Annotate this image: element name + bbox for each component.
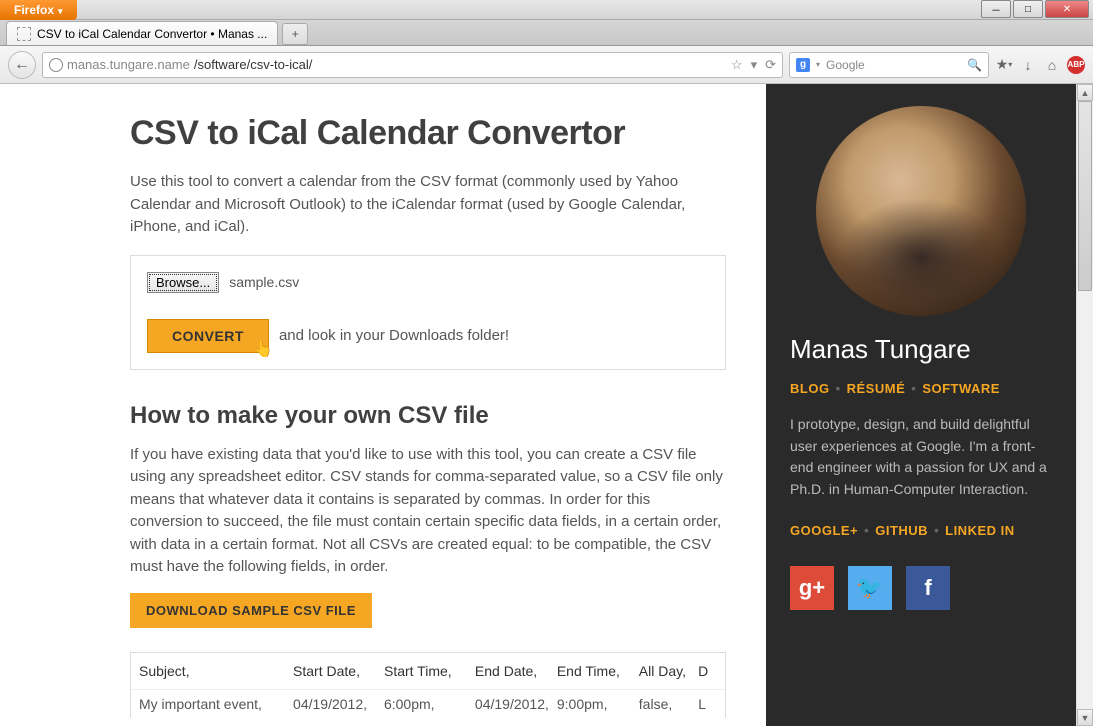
convert-hint: and look in your Downloads folder! [279,327,509,344]
tab-title: CSV to iCal Calendar Convertor • Manas .… [37,27,267,41]
nav-toolbar: ← manas.tungare.name/software/csv-to-ica… [0,46,1093,84]
selected-file-name: sample.csv [229,274,299,290]
window-close-button[interactable]: ✕ [1045,0,1089,18]
sidebar-social-nav: GOOGLE+•GITHUB•LINKED IN [790,523,1052,538]
reload-icon[interactable]: ⟳ [765,57,776,73]
sidebar: Manas Tungare BLOG•RÉSUMÉ•SOFTWARE I pro… [766,84,1076,726]
url-dropdown-icon[interactable]: ▾ [751,57,758,73]
search-bar[interactable]: g ▾ Google 🔍 [789,52,989,78]
page-title: CSV to iCal Calendar Convertor [130,114,726,153]
link-blog[interactable]: BLOG [790,381,830,396]
back-button[interactable]: ← [8,51,36,79]
intro-text: Use this tool to convert a calendar from… [130,171,726,239]
favicon-icon [17,27,31,41]
facebook-icon[interactable]: f [906,566,950,610]
scroll-down-button[interactable]: ▼ [1077,709,1093,726]
howto-heading: How to make your own CSV file [130,402,726,430]
googleplus-icon[interactable]: g+ [790,566,834,610]
table-header-row: Subject, Start Date, Start Time, End Dat… [131,653,725,689]
bookmark-star-icon[interactable]: ☆ [731,57,743,73]
window-maximize-button[interactable]: □ [1013,0,1043,18]
scrollbar[interactable]: ▲ ▼ [1076,84,1093,726]
link-resume[interactable]: RÉSUMÉ [847,381,906,396]
adblock-icon[interactable]: ABP [1067,56,1085,74]
link-software[interactable]: SOFTWARE [922,381,1000,396]
download-sample-button[interactable]: DOWNLOAD SAMPLE CSV FILE [130,593,372,628]
globe-icon [49,58,63,72]
window-minimize-button[interactable]: － [981,0,1011,18]
tabs-bar: CSV to iCal Calendar Convertor • Manas .… [0,20,1093,46]
author-name: Manas Tungare [790,334,1052,365]
csv-sample-table: Subject, Start Date, Start Time, End Dat… [130,652,726,718]
url-path: /software/csv-to-ical/ [194,57,312,72]
downloads-button[interactable]: ↓ [1019,56,1037,74]
bio-text: I prototype, design, and build delightfu… [790,414,1052,501]
convert-box: Browse... sample.csv CONVERT and look in… [130,255,726,370]
home-button[interactable]: ⌂ [1043,56,1061,74]
scroll-up-button[interactable]: ▲ [1077,84,1093,101]
window-titlebar: Firefox － □ ✕ [0,0,1093,20]
link-googleplus[interactable]: GOOGLE+ [790,523,858,538]
twitter-icon[interactable]: 🐦 [848,566,892,610]
browser-tab-active[interactable]: CSV to iCal Calendar Convertor • Manas .… [6,21,278,45]
howto-body: If you have existing data that you'd lik… [130,444,726,579]
new-tab-button[interactable]: + [282,23,308,45]
search-icon[interactable]: 🔍 [967,58,982,72]
url-bar[interactable]: manas.tungare.name/software/csv-to-ical/… [42,52,783,78]
firefox-menu-button[interactable]: Firefox [0,0,77,20]
convert-button[interactable]: CONVERT [147,319,269,353]
browse-button[interactable]: Browse... [147,272,219,293]
bookmark-dropdown-button[interactable]: ★▾ [995,56,1013,74]
search-placeholder: Google [826,58,865,72]
google-icon: g [796,58,810,72]
link-linkedin[interactable]: LINKED IN [945,523,1015,538]
link-github[interactable]: GITHUB [875,523,928,538]
url-host: manas.tungare.name [67,57,190,72]
scroll-thumb[interactable] [1078,101,1092,291]
table-row: My important event, 04/19/2012, 6:00pm, … [131,689,725,718]
avatar [816,106,1026,316]
sidebar-nav: BLOG•RÉSUMÉ•SOFTWARE [790,381,1052,396]
main-content: CSV to iCal Calendar Convertor Use this … [0,84,766,726]
